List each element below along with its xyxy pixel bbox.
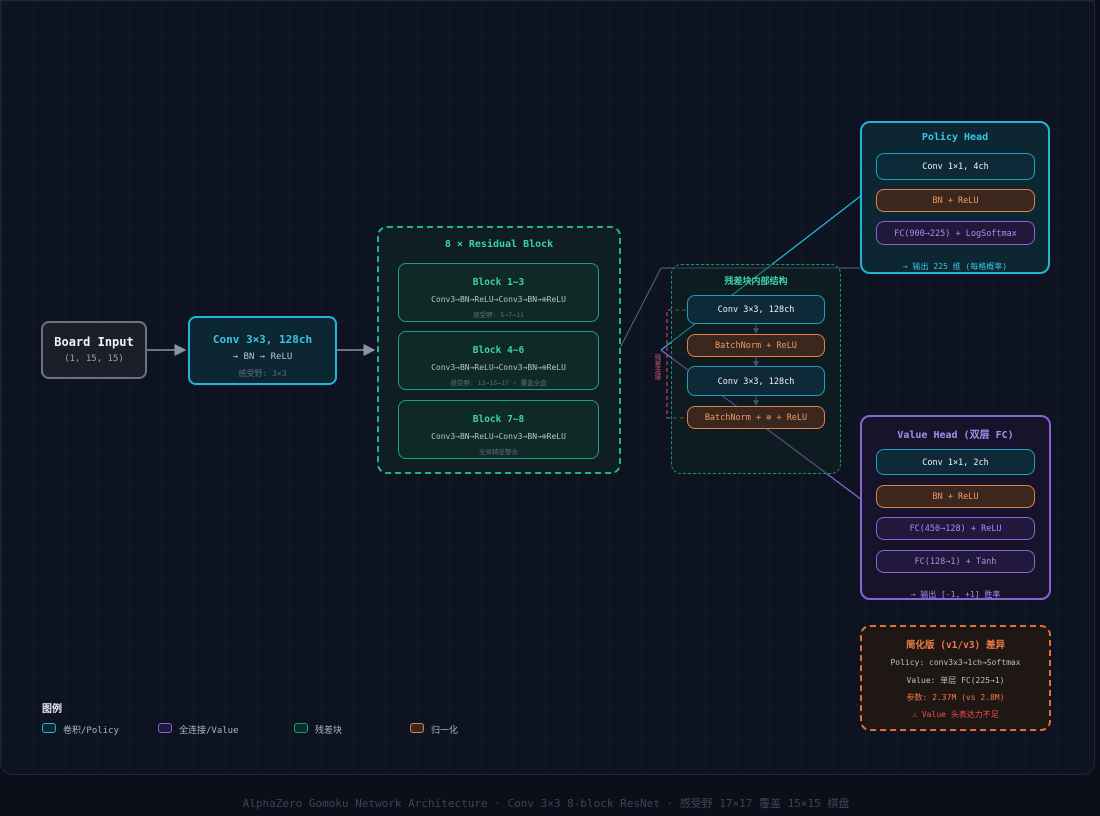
board-input-shape: (1, 15, 15) bbox=[64, 354, 124, 364]
layer-label: Conv 3×3, 128ch bbox=[717, 377, 795, 387]
legend-label-norm: 归一化 bbox=[431, 726, 459, 736]
value-fc-2: FC(128→1) + Tanh bbox=[876, 550, 1035, 573]
inner-conv-1: Conv 3×3, 128ch bbox=[687, 295, 825, 324]
layer-label: BatchNorm + ReLU bbox=[715, 341, 797, 351]
layer-label: FC(450→128) + ReLU bbox=[909, 524, 1002, 534]
legend-swatch-residual bbox=[294, 723, 308, 733]
legend-swatch-fc bbox=[158, 723, 172, 733]
residual-block-1-3: Block 1~3 Conv3→BN→ReLU→Conv3→BN→⊕ReLU 感… bbox=[398, 263, 599, 322]
layer-label: BN + ReLU bbox=[932, 196, 979, 206]
residual-block-4-6: Block 4~6 Conv3→BN→ReLU→Conv3→BN→⊕ReLU 感… bbox=[398, 331, 599, 390]
policy-head-title: Policy Head bbox=[921, 132, 989, 143]
stem-conv-rf: 感受野: 3×3 bbox=[238, 369, 287, 378]
board-input-title: Board Input bbox=[54, 335, 134, 349]
zoom-line-top bbox=[619, 267, 662, 349]
legend-title: 图例 bbox=[42, 704, 62, 715]
inner-structure-title: 残差块内部结构 bbox=[724, 277, 788, 287]
skip-connection-label: 残差连接 bbox=[653, 354, 661, 380]
simplified-version-note: 简化版 (v1/v3) 差异 Policy: conv3x3→1ch→Softm… bbox=[860, 625, 1051, 731]
block-title: Block 4~6 bbox=[472, 345, 525, 356]
policy-conv: Conv 1×1, 4ch bbox=[876, 153, 1035, 180]
simplified-line-policy: Policy: conv3x3→1ch→Softmax bbox=[890, 658, 1021, 667]
value-conv: Conv 1×1, 2ch bbox=[876, 449, 1035, 475]
simplified-title: 简化版 (v1/v3) 差异 bbox=[906, 640, 1005, 651]
block-rf: 全局特征整合 bbox=[479, 448, 518, 456]
block-rf: 感受野: 13→15→17 ✓ 覆盖全盘 bbox=[450, 379, 547, 387]
residual-group-title: 8 × Residual Block bbox=[444, 239, 554, 250]
layer-label: BatchNorm + ⊕ + ReLU bbox=[704, 413, 808, 423]
value-bn-relu: BN + ReLU bbox=[876, 485, 1035, 508]
stem-conv-title: Conv 3×3, 128ch bbox=[212, 333, 313, 346]
block-desc: Conv3→BN→ReLU→Conv3→BN→⊕ReLU bbox=[431, 295, 566, 304]
block-title: Block 1~3 bbox=[472, 277, 525, 288]
value-fc-1: FC(450→128) + ReLU bbox=[876, 517, 1035, 540]
inner-bn-relu-1: BatchNorm + ReLU bbox=[687, 334, 825, 357]
footer-caption: AlphaZero Gomoku Network Architecture · … bbox=[242, 797, 850, 810]
inner-conv-2: Conv 3×3, 128ch bbox=[687, 366, 825, 396]
block-title: Block 7~8 bbox=[472, 414, 525, 425]
block-desc: Conv3→BN→ReLU→Conv3→BN→⊕ReLU bbox=[431, 432, 566, 441]
layer-label: Conv 1×1, 4ch bbox=[922, 162, 989, 172]
layer-label: BN + ReLU bbox=[932, 492, 979, 502]
layer-label: FC(900→225) + LogSoftmax bbox=[894, 229, 1017, 239]
simplified-line-value: Value: 单层 FC(225→1) bbox=[906, 676, 1005, 685]
stem-conv-node: Conv 3×3, 128ch → BN → ReLU 感受野: 3×3 bbox=[188, 316, 337, 385]
policy-bn-relu: BN + ReLU bbox=[876, 189, 1035, 212]
legend-label-conv: 卷积/Policy bbox=[63, 726, 119, 736]
policy-output-label: → 输出 225 维 (每格概率) bbox=[902, 262, 1008, 271]
simplified-line-params: 参数: 2.37M (vs 2.8M) bbox=[906, 693, 1005, 702]
layer-label: Conv 3×3, 128ch bbox=[717, 305, 795, 315]
board-input-node: Board Input (1, 15, 15) bbox=[41, 321, 147, 379]
legend-swatch-conv bbox=[42, 723, 56, 733]
legend-label-residual: 残差块 bbox=[315, 726, 343, 736]
residual-block-7-8: Block 7~8 Conv3→BN→ReLU→Conv3→BN→⊕ReLU 全… bbox=[398, 400, 599, 459]
inner-bn-add-relu: BatchNorm + ⊕ + ReLU bbox=[687, 406, 825, 429]
policy-fc: FC(900→225) + LogSoftmax bbox=[876, 221, 1035, 245]
block-rf: 感受野: 5→7→11 bbox=[473, 311, 524, 319]
simplified-warning: ⚠ Value 头表达力不足 bbox=[912, 710, 999, 719]
layer-label: FC(128→1) + Tanh bbox=[914, 557, 997, 567]
stem-conv-sub: → BN → ReLU bbox=[232, 352, 293, 362]
legend-swatch-norm bbox=[410, 723, 424, 733]
legend-label-fc: 全连接/Value bbox=[179, 726, 239, 736]
block-desc: Conv3→BN→ReLU→Conv3→BN→⊕ReLU bbox=[431, 363, 566, 372]
layer-label: Conv 1×1, 2ch bbox=[922, 458, 989, 468]
value-output-label: → 输出 [-1, +1] 胜率 bbox=[910, 590, 1001, 599]
value-head-title: Value Head (双层 FC) bbox=[897, 430, 1014, 441]
